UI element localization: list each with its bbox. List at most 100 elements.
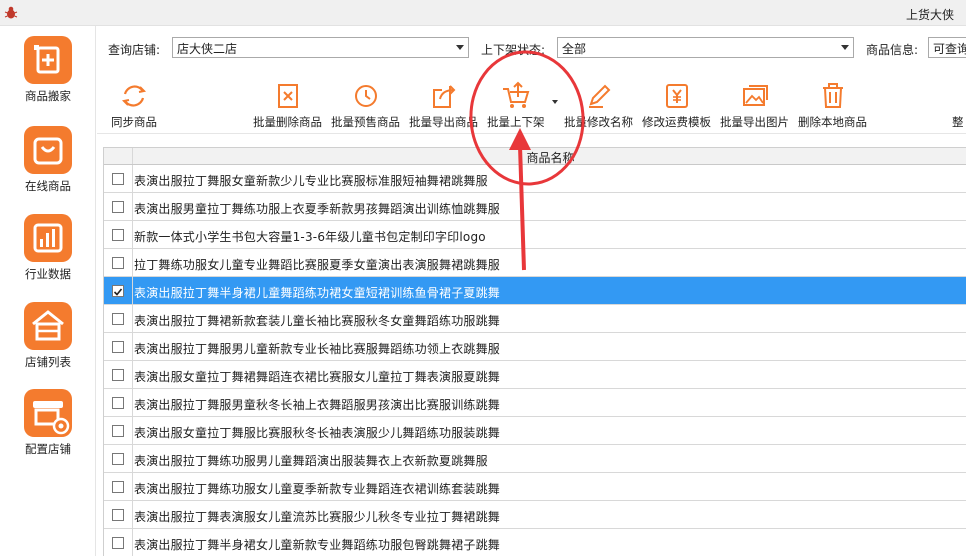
product-info-input[interactable]: 可查询	[928, 37, 966, 58]
toolbar-label: 修改运费模板	[642, 115, 711, 129]
product-name-cell: 表演出服女童拉丁舞裙舞蹈连衣裙比赛服女儿童拉丁舞表演服夏跳舞	[134, 370, 501, 384]
table-header: 商品名称	[104, 148, 966, 165]
sidebar-item-label: 店铺列表	[25, 355, 71, 369]
toolbar: 同步商品 批量删除商品 批量预售商品 批量导出商品 批量上下架 批量修改名称 修…	[97, 76, 966, 134]
checkbox-cell	[104, 361, 133, 388]
toolbar-label: 批量导出商品	[409, 115, 478, 129]
row-checkbox[interactable]	[112, 257, 124, 269]
status-filter-label: 上下架状态:	[481, 43, 546, 57]
checkbox-cell	[104, 529, 133, 556]
toolbar-label: 批量预售商品	[331, 115, 400, 129]
table-row[interactable]: 表演出服拉丁舞表演服女儿童流苏比赛服少儿秋冬专业拉丁舞裙跳舞	[104, 501, 966, 529]
refresh-icon	[121, 85, 147, 107]
row-checkbox[interactable]	[112, 313, 124, 325]
yen-doc-icon	[665, 84, 688, 108]
row-checkbox[interactable]	[112, 537, 124, 549]
checkbox-cell	[104, 193, 133, 220]
table-row[interactable]: 表演出服拉丁舞半身裙儿童舞蹈练功裙女童短裙训练鱼骨裙子夏跳舞	[104, 277, 966, 305]
checkbox-cell	[104, 445, 133, 472]
table-row[interactable]: 表演出服女童拉丁舞裙舞蹈连衣裙比赛服女儿童拉丁舞表演服夏跳舞	[104, 361, 966, 389]
table-row[interactable]: 表演出服拉丁舞服男儿童新款专业长袖比赛服舞蹈练功领上衣跳舞服	[104, 333, 966, 361]
status-select[interactable]: 全部	[557, 37, 854, 58]
shopping-bag-icon	[24, 126, 72, 174]
row-checkbox[interactable]	[112, 453, 124, 465]
sidebar-item-store-config[interactable]: 配置店铺	[0, 389, 96, 457]
checkbox-cell	[104, 389, 133, 416]
table-row[interactable]: 表演出服女童拉丁舞服比赛服秋冬长袖表演服少儿舞蹈练功服装跳舞	[104, 417, 966, 445]
table-row[interactable]: 新款一体式小学生书包大容量1-3-6年级儿童书包定制印字印logo	[104, 221, 966, 249]
app-title: 上货大侠	[905, 8, 954, 22]
delete-local-button[interactable]: 删除本地商品	[798, 80, 867, 130]
dropdown-arrow-icon[interactable]	[552, 100, 558, 104]
batch-rename-button[interactable]: 批量修改名称	[564, 80, 633, 130]
shop-select-value: 店大侠二店	[177, 42, 238, 56]
sidebar-item-label: 配置店铺	[25, 442, 71, 456]
table-row[interactable]: 表演出服拉丁舞服男童秋冬长袖上衣舞蹈服男孩演出比赛服训练跳舞	[104, 389, 966, 417]
toolbar-label: 批量删除商品	[253, 115, 322, 129]
row-checkbox[interactable]	[112, 229, 124, 241]
checkbox-cell	[104, 165, 133, 192]
status-select-value: 全部	[562, 42, 587, 56]
sidebar-item-label: 商品搬家	[25, 89, 71, 103]
sidebar-item-store-list[interactable]: 店铺列表	[0, 302, 96, 370]
pencil-icon	[588, 84, 610, 108]
sidebar-item-product-move[interactable]: 商品搬家	[0, 36, 96, 104]
shop-select[interactable]: 店大侠二店	[172, 37, 469, 58]
delete-doc-icon	[277, 84, 298, 108]
table-row[interactable]: 表演出服男童拉丁舞练功服上衣夏季新款男孩舞蹈演出训练恤跳舞服	[104, 193, 966, 221]
product-name-cell: 表演出服拉丁舞练功服女儿童夏季新款专业舞蹈连衣裙训练套装跳舞	[134, 482, 501, 496]
product-name-cell: 表演出服女童拉丁舞服比赛服秋冬长袖表演服少儿舞蹈练功服装跳舞	[134, 426, 501, 440]
row-checkbox[interactable]	[112, 201, 124, 213]
bar-chart-icon	[24, 214, 72, 262]
sidebar-item-online-products[interactable]: 在线商品	[0, 126, 96, 194]
row-checkbox[interactable]	[112, 425, 124, 437]
product-name-cell: 表演出服拉丁舞服男儿童新款专业长袖比赛服舞蹈练功领上衣跳舞服	[134, 342, 501, 356]
bug-logo-icon	[4, 6, 18, 19]
row-checkbox[interactable]	[112, 481, 124, 493]
export-icon	[432, 85, 455, 108]
product-name-cell: 拉丁舞练功服女儿童专业舞蹈比赛服夏季女童演出表演服舞裙跳舞服	[134, 258, 501, 272]
checkbox-cell	[104, 277, 133, 304]
product-name-cell: 表演出服拉丁舞服女童新款少儿专业比赛服标准服短袖舞裙跳舞服	[134, 174, 488, 188]
row-checkbox[interactable]	[112, 397, 124, 409]
table-row[interactable]: 表演出服拉丁舞服女童新款少儿专业比赛服标准服短袖舞裙跳舞服	[104, 165, 966, 193]
row-checkbox[interactable]	[112, 509, 124, 521]
column-header-product-name[interactable]: 商品名称	[104, 149, 966, 166]
table-row[interactable]: 表演出服拉丁舞练功服女儿童夏季新款专业舞蹈连衣裙训练套装跳舞	[104, 473, 966, 501]
checkbox-cell	[104, 333, 133, 360]
title-bar: 上货大侠	[0, 0, 966, 26]
row-checkbox[interactable]	[112, 285, 124, 297]
table-row[interactable]: 表演出服拉丁舞裙新款套装儿童长袖比赛服秋冬女童舞蹈练功服跳舞	[104, 305, 966, 333]
store-settings-icon	[24, 389, 72, 437]
product-name-cell: 表演出服拉丁舞服男童秋冬长袖上衣舞蹈服男孩演出比赛服训练跳舞	[134, 398, 501, 412]
batch-export-button[interactable]: 批量导出商品	[409, 80, 478, 130]
cart-upload-icon	[502, 81, 530, 108]
product-name-cell: 表演出服拉丁舞半身裙儿童舞蹈练功裙女童短裙训练鱼骨裙子夏跳舞	[134, 286, 501, 300]
table-row[interactable]: 表演出服拉丁舞练功服男儿童舞蹈演出服装舞衣上衣新款夏跳舞服	[104, 445, 966, 473]
sidebar-item-industry-data[interactable]: 行业数据	[0, 214, 96, 282]
export-images-button[interactable]: 批量导出图片	[720, 80, 789, 130]
chevron-down-icon	[456, 45, 464, 50]
table-row[interactable]: 拉丁舞练功服女儿童专业舞蹈比赛服夏季女童演出表演服舞裙跳舞服	[104, 249, 966, 277]
product-table: 商品名称 表演出服拉丁舞服女童新款少儿专业比赛服标准服短袖舞裙跳舞服表演出服男童…	[103, 147, 966, 556]
row-checkbox[interactable]	[112, 341, 124, 353]
more-button[interactable]: 整	[952, 114, 964, 130]
chevron-down-icon	[841, 45, 849, 50]
batch-delete-button[interactable]: 批量删除商品	[253, 80, 322, 130]
checkbox-cell	[104, 417, 133, 444]
main-panel: 查询店铺: 店大侠二店 上下架状态: 全部 商品信息: 可查询 同步商品 批量删…	[97, 26, 966, 556]
product-name-cell: 表演出服拉丁舞裙新款套装儿童长袖比赛服秋冬女童舞蹈练功服跳舞	[134, 314, 501, 328]
product-name-cell: 表演出服拉丁舞表演服女儿童流苏比赛服少儿秋冬专业拉丁舞裙跳舞	[134, 510, 501, 524]
edit-freight-button[interactable]: 修改运费模板	[642, 80, 711, 130]
batch-shelf-button[interactable]: 批量上下架	[487, 80, 545, 130]
checkbox-cell	[104, 473, 133, 500]
checkbox-cell	[104, 305, 133, 332]
store-icon	[24, 302, 72, 350]
toolbar-label: 整	[952, 115, 964, 129]
row-checkbox[interactable]	[112, 173, 124, 185]
row-checkbox[interactable]	[112, 369, 124, 381]
table-row[interactable]: 表演出服拉丁舞半身裙女儿童新款专业舞蹈练功服包臀跳舞裙子跳舞	[104, 529, 966, 556]
check-icon	[113, 288, 123, 296]
batch-presale-button[interactable]: 批量预售商品	[331, 80, 400, 130]
sync-products-button[interactable]: 同步商品	[111, 80, 157, 130]
